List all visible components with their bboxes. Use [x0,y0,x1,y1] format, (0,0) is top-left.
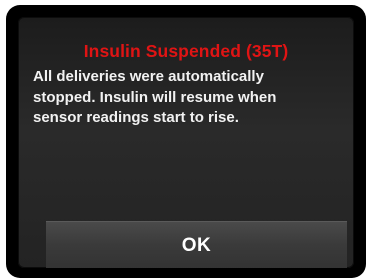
alert-title: Insulin Suspended (35T) [83,41,289,61]
alert-screen: Insulin Suspended (35T) All deliveries w… [18,17,354,268]
alert-message: All deliveries were automatically stoppe… [33,68,277,126]
ok-button-label: OK [181,234,212,256]
pump-device-frame: Insulin Suspended (35T) All deliveries w… [6,5,366,278]
ok-button[interactable]: OK [46,221,347,268]
